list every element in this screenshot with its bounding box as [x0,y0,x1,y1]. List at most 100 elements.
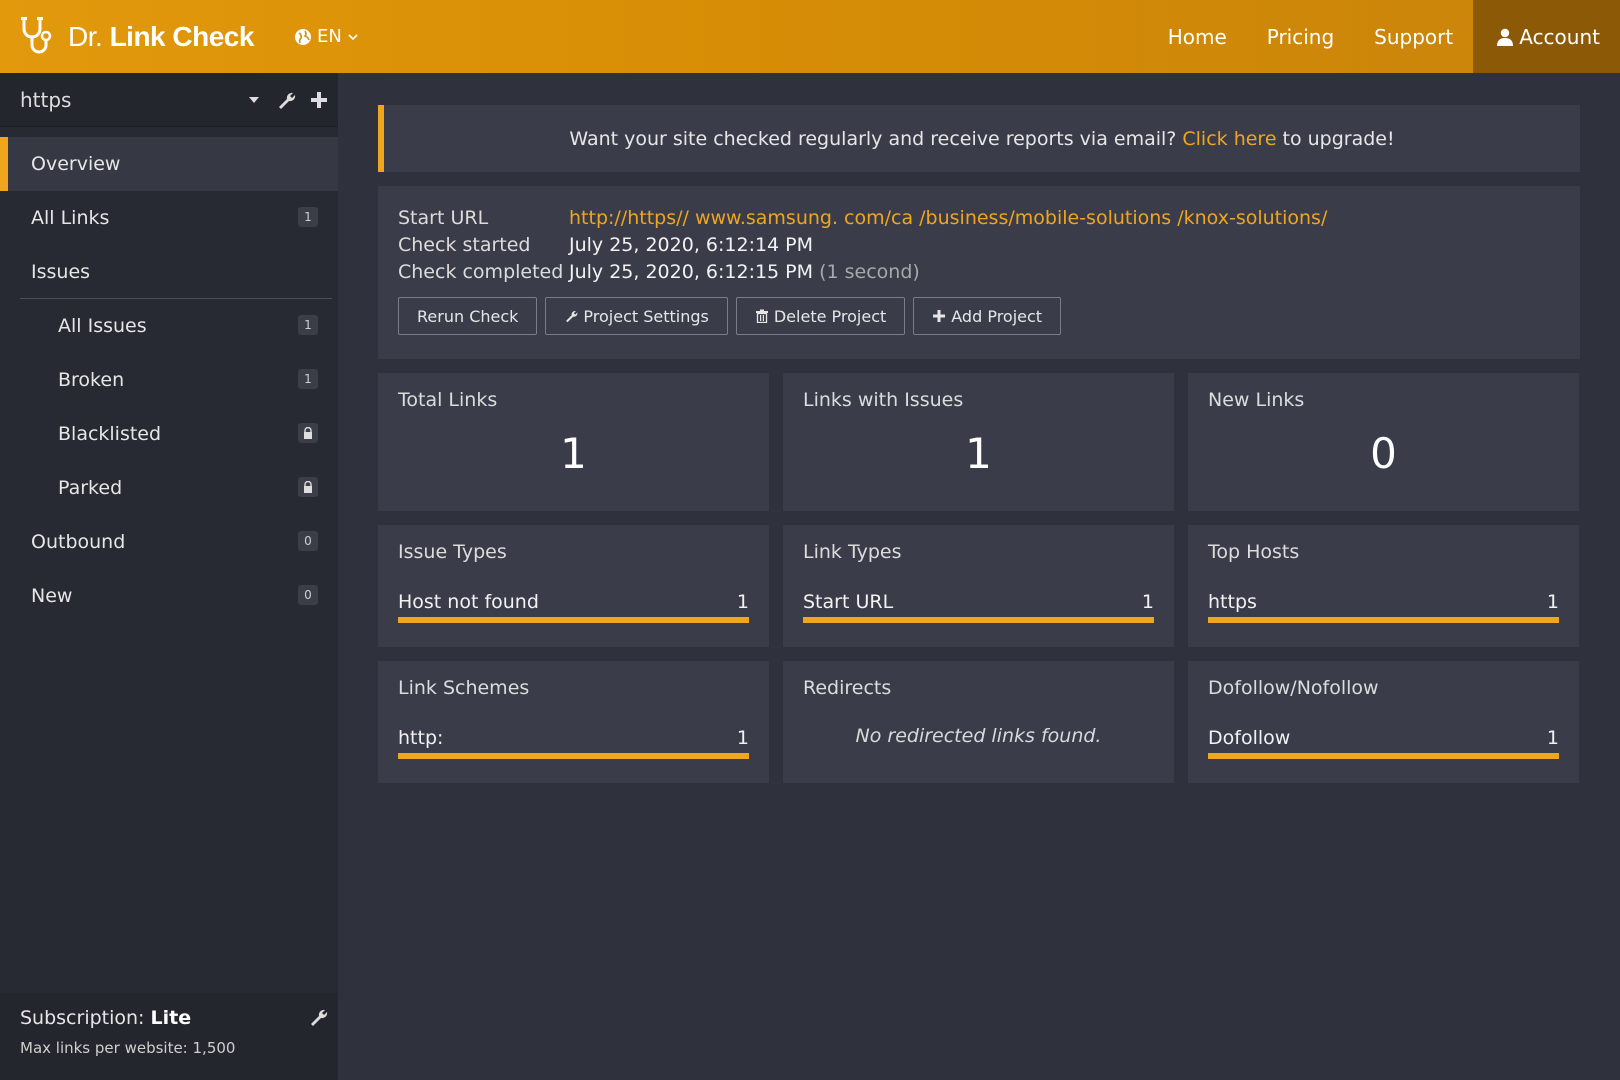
top-navbar: Dr. Link Check EN Home Pricing Support A… [0,0,1620,73]
sidebar-menu: Overview All Links 1 Issues All Issues 1… [0,137,338,623]
check-completed-time: July 25, 2020, 6:12:15 PM [569,260,814,283]
sidebar-item-all-issues[interactable]: All Issues 1 [0,299,338,353]
button-label: Project Settings [583,306,709,326]
sidebar-item-parked[interactable]: Parked [0,461,338,515]
language-selector[interactable]: EN [294,26,359,47]
card-title: Link Schemes [398,677,530,699]
redirects-card: Redirects No redirected links found. [783,661,1174,783]
count-badge: 1 [298,315,318,335]
check-completed-value: July 25, 2020, 6:12:15 PM (1 second) [569,261,920,283]
project-selector[interactable]: https [20,88,248,112]
breakdown-item[interactable]: Start URL 1 [803,591,1154,613]
total-links-card[interactable]: Total Links 1 [378,373,769,511]
sidebar-item-issues[interactable]: Issues [20,245,332,299]
card-title: Dofollow/Nofollow [1208,677,1379,699]
lock-icon [304,480,312,493]
nav-home[interactable]: Home [1148,0,1247,73]
breakdown-item[interactable]: https 1 [1208,591,1559,613]
sidebar-item-overview[interactable]: Overview [0,137,338,191]
breakdown-label: https [1208,591,1257,613]
sidebar: https Overview All Links 1 Issues All Is… [0,73,338,1080]
nav-support[interactable]: Support [1354,0,1473,73]
sidebar-item-outbound[interactable]: Outbound 0 [0,515,338,569]
main-content: Want your site checked regularly and rec… [378,105,1580,783]
breakdown-count: 1 [1546,591,1559,613]
wrench-icon[interactable] [276,90,296,110]
user-icon [1497,28,1514,46]
breakdown-item[interactable]: Dofollow 1 [1208,727,1559,749]
project-settings-button[interactable]: Project Settings [545,297,728,335]
button-label: Delete Project [773,306,887,326]
sidebar-item-label: Overview [31,153,121,175]
link-types-card: Link Types Start URL 1 [783,525,1174,647]
plus-icon[interactable] [310,91,328,109]
links-with-issues-card[interactable]: Links with Issues 1 [783,373,1174,511]
plus-icon [933,310,946,322]
lock-badge [298,423,318,443]
account-label: Account [1519,24,1600,49]
sidebar-item-label: All Issues [58,315,147,337]
caret-down-icon[interactable] [248,95,260,105]
subscription-info: Subscription: Lite [20,1007,318,1029]
brand-logo[interactable]: Dr. Link Check [18,0,254,73]
brand-prefix: Dr. [68,20,103,52]
breakdown-count: 1 [736,591,749,613]
upgrade-link[interactable]: Click here [1182,128,1276,150]
nav-account[interactable]: Account [1473,0,1620,73]
new-links-count: 0 [1370,429,1397,478]
sidebar-item-label: New [31,585,73,607]
breakdown-bar [398,617,749,623]
breakdown-bar [803,617,1154,623]
brand-main: Link Check [109,20,255,52]
lock-icon [304,426,312,439]
upgrade-banner: Want your site checked regularly and rec… [378,105,1580,172]
start-url-link[interactable]: http://https// www.samsung. com/ca /busi… [569,207,1327,229]
wrench-icon [566,311,578,323]
sidebar-item-broken[interactable]: Broken 1 [0,353,338,407]
breakdown-bar [1208,617,1559,623]
trash-icon [755,309,768,323]
new-links-card[interactable]: New Links 0 [1188,373,1579,511]
sidebar-item-new[interactable]: New 0 [0,569,338,623]
max-links-text: Max links per website: 1,500 [20,1039,236,1057]
breakdown-label: Host not found [398,591,539,613]
issue-types-card: Issue Types Host not found 1 [378,525,769,647]
button-label: Rerun Check [417,306,519,326]
sidebar-item-label: All Links [31,207,110,229]
sidebar-item-label: Blacklisted [58,423,162,445]
subscription-label: Subscription: [20,1007,145,1029]
sidebar-item-all-links[interactable]: All Links 1 [0,191,338,245]
rerun-check-button[interactable]: Rerun Check [398,297,538,335]
top-hosts-card: Top Hosts https 1 [1188,525,1579,647]
count-badge: 0 [298,531,318,551]
nav-pricing[interactable]: Pricing [1247,0,1354,73]
link-schemes-card: Link Schemes http: 1 [378,661,769,783]
subscription-plan: Lite [150,1007,192,1029]
breakdown-label: http: [398,727,444,749]
start-url-label: Start URL [398,206,489,229]
breakdown-item[interactable]: http: 1 [398,727,749,749]
dofollow-card: Dofollow/Nofollow Dofollow 1 [1188,661,1579,783]
wrench-icon[interactable] [308,1007,328,1027]
breakdown-item[interactable]: Host not found 1 [398,591,749,613]
button-label: Add Project [951,306,1043,326]
stethoscope-icon [21,16,52,53]
language-label: EN [316,26,342,47]
chevron-down-icon [348,33,358,40]
issues-count: 1 [965,429,992,478]
card-title: Link Types [803,541,902,563]
delete-project-button[interactable]: Delete Project [735,297,906,335]
lock-badge [298,477,318,497]
project-selector-bar: https [0,73,338,127]
add-project-button[interactable]: Add Project [913,297,1062,335]
check-completed-row: Check completed July 25, 2020, 6:12:15 P… [398,258,1560,285]
breakdown-row-1: Issue Types Host not found 1 Link Types … [378,525,1580,647]
card-title: New Links [1208,389,1305,411]
stats-row: Total Links 1 Links with Issues 1 New Li… [378,373,1580,511]
card-title: Top Hosts [1208,541,1300,563]
breakdown-bar [1208,753,1559,759]
sidebar-item-blacklisted[interactable]: Blacklisted [0,407,338,461]
sidebar-item-label: Parked [58,477,123,499]
breakdown-count: 1 [736,727,749,749]
sidebar-item-label: Broken [58,369,125,391]
